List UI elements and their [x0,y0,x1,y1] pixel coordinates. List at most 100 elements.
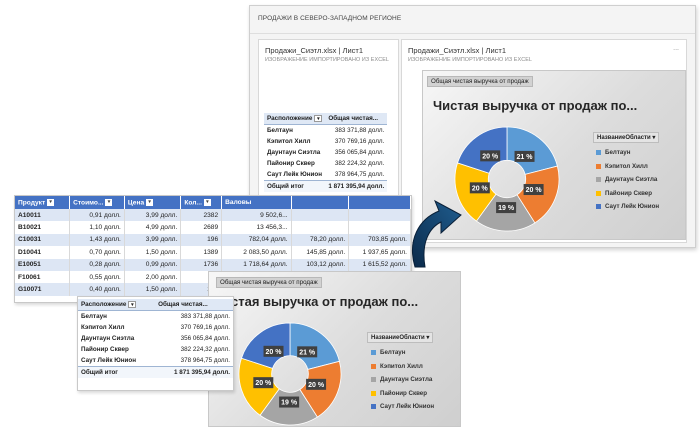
table-cell[interactable]: 1 718,64 долл. [221,258,292,271]
table-cell[interactable]: 0,91 долл. [69,209,125,222]
chart-tag: Общая чистая выручка от продаж [216,277,322,288]
table-cell[interactable]: 2382 [180,209,223,222]
table-cell[interactable]: 4,99 долл. [124,221,182,234]
table-cell[interactable] [291,209,350,222]
legend-label: Даунтаун Сиэтла [380,376,433,383]
pivot-row: Белтаун 383 371,88 долл. [81,313,230,321]
table-cell[interactable]: 703,85 долл. [348,233,411,247]
pivot-row: Даунтаун Сиэтла 356 065,84 долл. [81,335,230,343]
pivot-row: Пайонир Сквер 382 224,32 долл. [267,160,385,168]
chevron-down-icon: ▾ [652,135,656,141]
legend-label: Белтаун [380,349,406,356]
table-cell[interactable]: 103,12 долл. [291,258,350,271]
legend-item: Кэпитол Хилл [596,163,659,170]
data-label: 21 % [517,154,534,161]
table-cell[interactable]: 0,70 долл. [69,246,125,259]
chart-title: стая выручка от продаж по... [231,294,419,309]
filter-dropdown-icon[interactable]: ▾ [128,301,137,308]
table-cell[interactable] [348,221,411,234]
legend-swatch [596,177,601,182]
data-label: 20 % [255,380,272,387]
pie-slice [289,322,340,370]
table-cell[interactable]: C10031 [15,233,71,247]
curved-arrow-icon [411,199,462,268]
table-cell[interactable]: B10021 [15,221,71,234]
table-cell[interactable]: 13 456,3... [221,221,292,234]
table-cell[interactable]: 2689 [180,221,223,234]
pivot-table-bottom: Расположение ▾ Общая чистая... Белтаун 383… [77,296,234,391]
table-cell[interactable] [291,221,350,234]
filter-dropdown-icon[interactable]: ▾ [203,198,211,206]
table-cell[interactable]: 0,99 долл. [124,258,182,271]
table-cell[interactable]: 145,85 долл. [291,246,350,259]
tile-title: Продажи_Сиэтл.xlsx | Лист1 [265,46,363,55]
data-label: 20 % [266,349,283,356]
table-cell[interactable]: 0,28 долл. [69,258,125,271]
legend-item: Пайонир Сквер [371,390,434,397]
pivot-col-net: Общая чистая... [328,115,378,123]
legend-swatch [371,390,376,396]
table-cell[interactable]: A10011 [15,209,71,222]
legend-item: Белтаун [596,149,659,156]
pivot-col-net: Общая чистая... [158,301,208,309]
legend-label: Пайонир Сквер [380,389,428,397]
table-row: D10041 0,70 долл. 1,50 долл. 1389 2 083,50 д… [15,246,411,259]
table-row: C10031 1,43 долл. 3,99 долл. 196 782,04 долл… [15,233,411,247]
filter-dropdown-icon[interactable]: ▾ [47,198,55,206]
table-cell[interactable]: 0,55 долл. [69,270,125,284]
table-row: A10011 0,91 долл. 3,99 долл. 2382 9 502,6... [15,209,411,222]
pivot-total-row: Общий итог 1 871 395,94 долл. [264,180,388,193]
data-label: 19 % [498,205,515,212]
filter-dropdown-icon[interactable]: ▾ [314,115,323,122]
table-cell[interactable]: F10061 [15,270,71,284]
tile-subtitle: ИЗОБРАЖЕНИЕ ИМПОРТИРОВАНО ИЗ EXCEL [408,57,532,63]
legend-label: Белтаун [605,149,631,156]
legend-label: Кэпитол Хилл [380,362,423,370]
legend-swatch [371,377,376,382]
pivot-total-row: Общий итог 1 871 395,94 долл. [78,366,233,379]
legend-swatch [371,350,376,355]
table-cell[interactable]: 1,50 долл. [124,283,182,296]
legend-header[interactable]: НазваниеОбласти ▾ [367,332,434,343]
table-cell[interactable]: 2,00 долл. [124,270,182,284]
filter-dropdown-icon[interactable]: ▾ [105,198,113,206]
table-cell[interactable]: 1389 [180,246,223,259]
filter-dropdown-icon[interactable]: ▾ [146,198,154,206]
table-cell[interactable]: 9 502,6... [221,209,292,222]
legend-swatch [596,163,601,169]
pivot-row: Белтаун 383 371,88 долл. [267,127,385,135]
table-cell[interactable]: 78,20 долл. [291,233,350,247]
table-cell[interactable] [348,209,411,222]
table-cell[interactable]: 1,10 долл. [69,221,125,234]
legend-item: Даунтаун Сиэтла [596,176,659,183]
table-cell[interactable]: 3,99 долл. [124,233,182,247]
pie-slice [506,126,558,175]
more-options-icon[interactable]: ... [673,45,679,52]
table-cell[interactable]: 1 937,65 долл. [348,246,411,259]
table-cell[interactable]: G10071 [15,283,71,296]
table-cell[interactable]: E10051 [15,258,71,271]
table-row: E10051 0,28 долл. 0,99 долл. 1736 1 718,64 д… [15,258,411,271]
pivot-row: Пайонир Сквер 382 224,32 долл. [81,346,230,354]
table-cell[interactable]: 0,40 долл. [69,283,125,296]
table-cell[interactable]: 2 083,50 долл. [221,246,292,259]
table-row: B10021 1,10 долл. 4,99 долл. 2689 13 456,3..… [15,221,411,234]
legend-label: Пайонир Сквер [605,189,653,197]
table-cell[interactable]: 782,04 долл. [221,233,292,247]
table-cell[interactable]: 1736 [180,258,223,271]
pivot-col-location: Расположение [81,301,127,309]
header-cost: Стоимо... [73,199,104,207]
table-cell[interactable]: 196 [180,233,223,247]
legend-header[interactable]: НазваниеОбласти ▾ [593,132,660,143]
chart-legend: Белтаун Кэпитол Хилл Даунтаун Сиэтла Пайони… [371,349,434,417]
legend-swatch [371,363,376,369]
table-cell[interactable]: 3,99 долл. [124,209,182,222]
table-cell[interactable]: 1,43 долл. [69,233,125,247]
table-cell[interactable]: 1,50 долл. [124,246,182,259]
table-cell[interactable]: 1 615,52 долл. [348,258,411,271]
chart-legend: Белтаун Кэпитол Хилл Даунтаун Сиэтла Пайони… [596,149,659,217]
table-cell[interactable]: D10041 [15,246,71,259]
legend-label: Саут Лейк Юнион [605,203,660,210]
legend-swatch [596,190,601,196]
data-label: 20 % [482,153,499,160]
